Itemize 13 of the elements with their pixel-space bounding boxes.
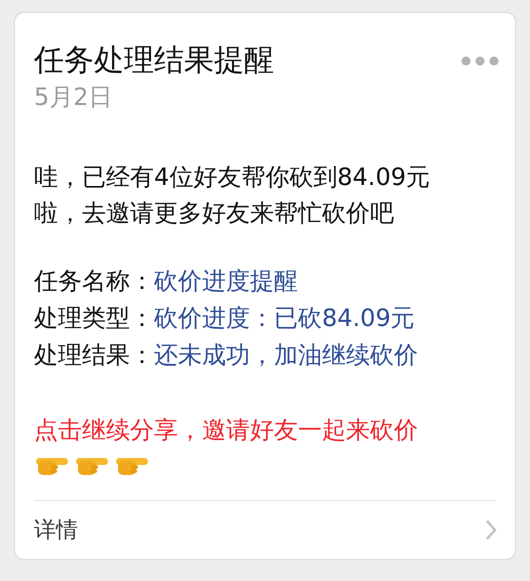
chevron-right-icon — [485, 519, 497, 541]
call-to-action-text: 点击继续分享，邀请好友一起来砍价 — [33, 415, 419, 446]
message-date: 5月2日 — [33, 82, 114, 113]
message-title: 任务处理结果提醒 — [34, 42, 274, 80]
message-body: 哇，已经有4位好友帮你砍到84.09元啦，去邀请更多好友来帮忙砍价吧 — [34, 162, 431, 229]
field-value: 砍价进度提醒 — [154, 266, 298, 297]
more-icon[interactable] — [461, 56, 499, 66]
field-value: 还未成功，加油继续砍价 — [154, 340, 418, 371]
field-label: 任务名称： — [34, 266, 154, 297]
details-link[interactable]: 详情 — [15, 501, 515, 559]
field-label: 处理类型： — [34, 303, 154, 334]
field-label: 处理结果： — [34, 340, 154, 371]
field-value: 砍价进度：已砍84.09元 — [154, 303, 415, 334]
